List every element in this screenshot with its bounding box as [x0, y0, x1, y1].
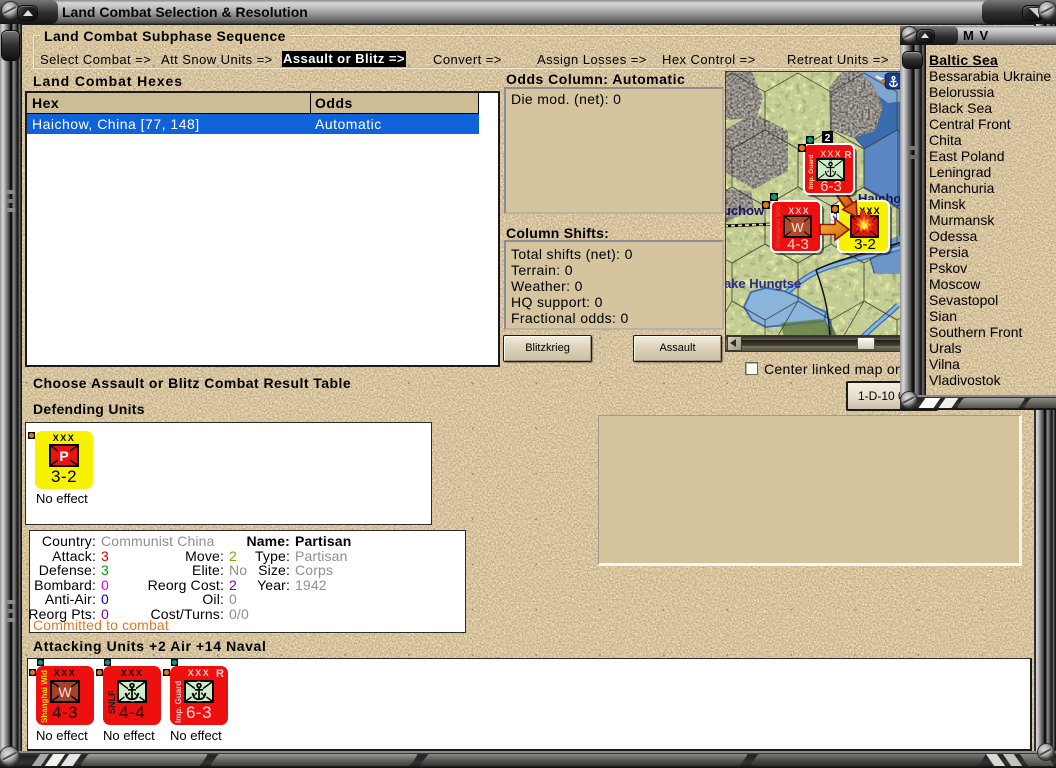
svg-text:Imp. Guard: Imp. Guard: [808, 155, 815, 189]
svg-text:2: 2: [825, 133, 831, 144]
svg-text:Lake Hungtse: Lake Hungtse: [726, 276, 801, 291]
svg-text:6-3: 6-3: [820, 178, 842, 195]
svg-text:4-3: 4-3: [787, 236, 809, 253]
svg-text:W: W: [791, 220, 804, 235]
svg-text:uchow: uchow: [726, 203, 765, 218]
svg-text:XXX: XXX: [788, 206, 810, 216]
svg-text:R: R: [844, 150, 852, 161]
svg-text:Shanghai Wld: Shanghai Wld: [775, 205, 782, 248]
svg-text:P: P: [59, 448, 68, 464]
svg-text:W: W: [58, 684, 72, 700]
svg-text:2: 2: [829, 160, 832, 166]
svg-text:XXX: XXX: [820, 149, 842, 159]
svg-text:3-2: 3-2: [854, 236, 876, 253]
